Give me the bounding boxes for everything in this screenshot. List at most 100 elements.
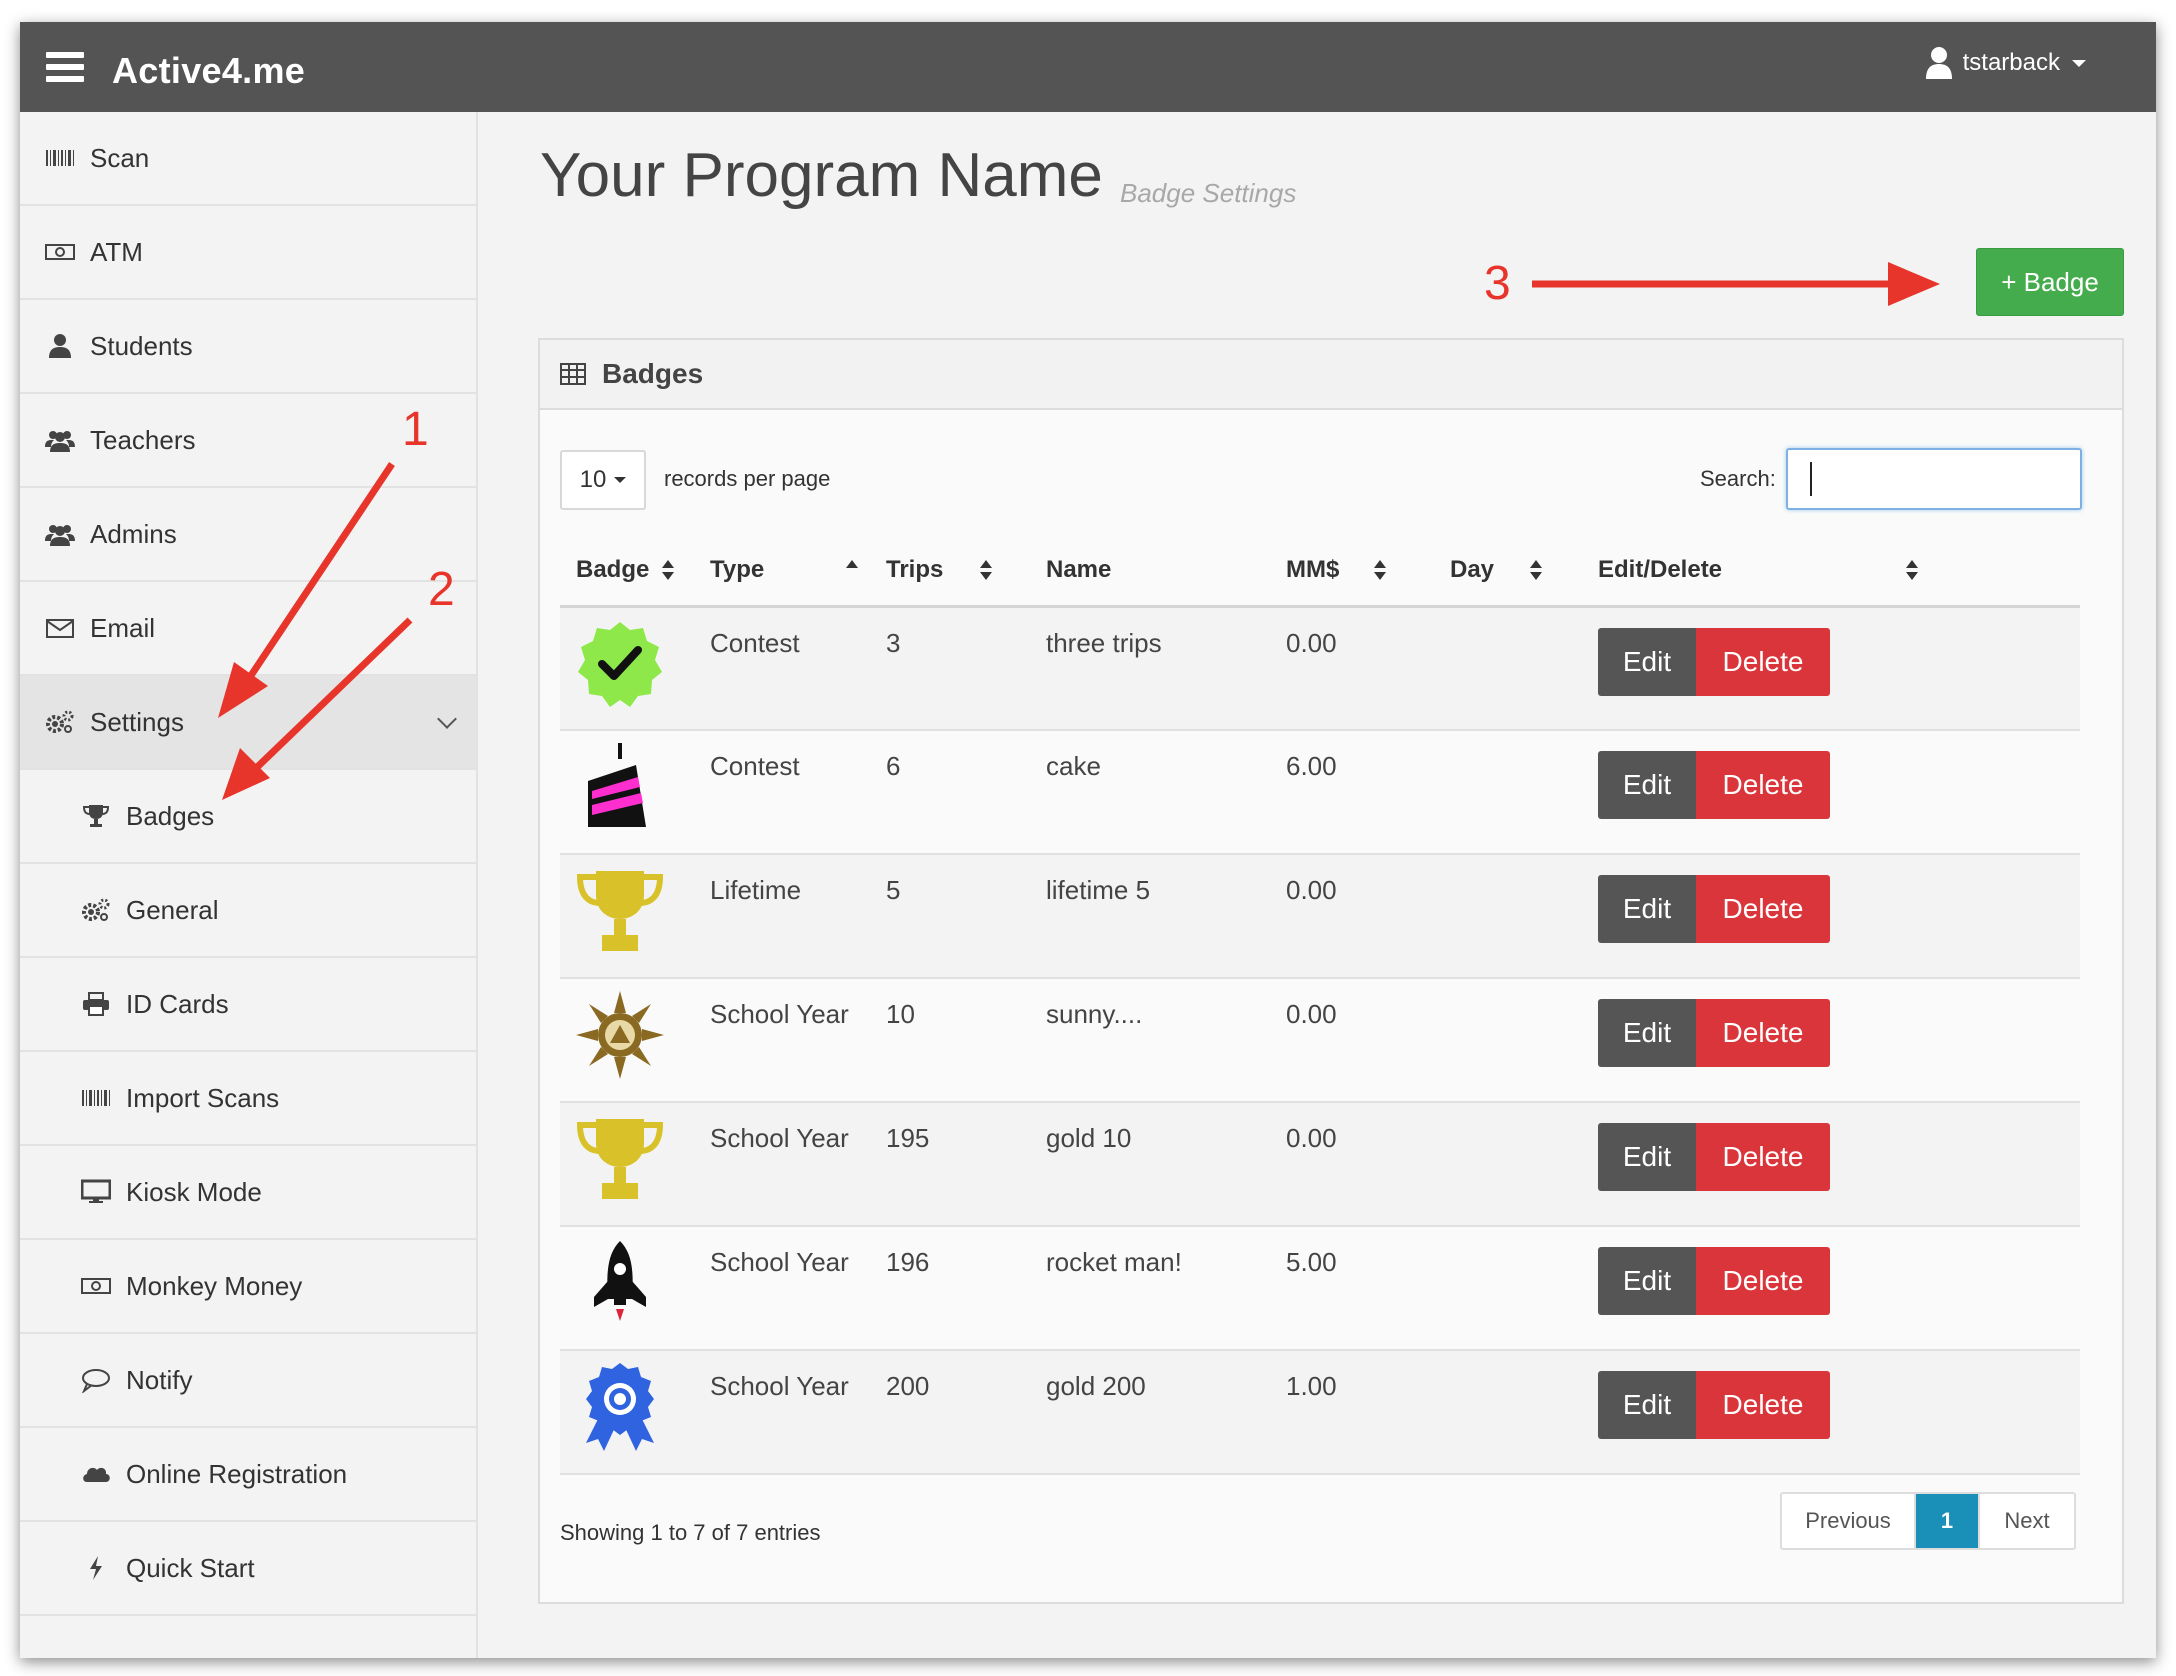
mm-cell: 0.00 [1270, 606, 1434, 731]
delete-button[interactable]: Delete [1696, 1123, 1830, 1191]
add-badge-button[interactable]: + Badge [1976, 248, 2124, 316]
annotation-number-3: 3 [1484, 257, 1511, 310]
column-header-mm[interactable]: MM$ [1270, 536, 1434, 608]
pagination: Previous 1 Next [1780, 1492, 2076, 1550]
sidebar-item-settings[interactable]: Settings [20, 676, 476, 770]
table-row: Contest 3 three trips 0.00 Edit Delete [560, 606, 2080, 731]
brand-title[interactable]: Active4.me [112, 50, 305, 92]
sidebar-item-atm[interactable]: ATM [20, 206, 476, 300]
table-icon [560, 363, 586, 385]
name-cell: sunny.... [1030, 978, 1270, 1103]
sort-icon [1374, 560, 1386, 580]
trophy-icon [80, 802, 112, 830]
type-cell: School Year [694, 1102, 870, 1227]
app-window: Active4.me tstarback Scan ATM Students T… [20, 22, 2156, 1658]
type-cell: Contest [694, 730, 870, 855]
delete-button[interactable]: Delete [1696, 627, 1830, 696]
sidebar-item-scan[interactable]: Scan [20, 112, 476, 206]
delete-button[interactable]: Delete [1696, 875, 1830, 943]
sidebar-item-id-cards[interactable]: ID Cards [20, 958, 476, 1052]
sidebar-item-quick-start[interactable]: Quick Start [20, 1522, 476, 1616]
column-header-type[interactable]: Type [694, 536, 870, 608]
next-page-button[interactable]: Next [1978, 1494, 2074, 1548]
sort-asc-icon [846, 560, 858, 580]
badge-cell [560, 1102, 694, 1227]
mm-cell: 6.00 [1270, 730, 1434, 855]
trips-cell: 195 [870, 1102, 1030, 1227]
sidebar-item-label: ATM [90, 236, 143, 267]
records-per-page-select[interactable]: 10 [560, 450, 646, 510]
barcode-icon [44, 144, 76, 172]
edit-button[interactable]: Edit [1598, 1371, 1696, 1439]
previous-page-button[interactable]: Previous [1782, 1494, 1916, 1548]
sidebar-item-import-scans[interactable]: Import Scans [20, 1052, 476, 1146]
badges-panel: Badges 10 records per page Search: Badge… [538, 338, 2124, 1604]
edit-button[interactable]: Edit [1598, 627, 1696, 696]
actions-cell: Edit Delete [1582, 854, 2080, 979]
monitor-icon [80, 1178, 112, 1206]
sort-icon [1530, 560, 1542, 580]
cloud-icon [80, 1460, 112, 1488]
edit-button[interactable]: Edit [1598, 875, 1696, 943]
sidebar-item-kiosk-mode[interactable]: Kiosk Mode [20, 1146, 476, 1240]
sidebar-item-label: Email [90, 612, 156, 643]
type-cell: School Year [694, 978, 870, 1103]
table-row: School Year 195 gold 10 0.00 Edit Delete [560, 1102, 2080, 1227]
sidebar-item-admins[interactable]: Admins [20, 488, 476, 582]
name-cell: cake [1030, 730, 1270, 855]
bolt-icon [80, 1554, 112, 1582]
records-per-page-label: records per page [664, 466, 831, 491]
user-menu[interactable]: tstarback [1925, 46, 2086, 80]
sidebar-item-badges[interactable]: Badges [20, 770, 476, 864]
delete-button[interactable]: Delete [1696, 751, 1830, 819]
sidebar-item-students[interactable]: Students [20, 300, 476, 394]
search-input[interactable] [1786, 448, 2082, 510]
delete-button[interactable]: Delete [1696, 999, 1830, 1067]
edit-button[interactable]: Edit [1598, 999, 1696, 1067]
top-navbar: Active4.me tstarback [20, 22, 2156, 112]
page-subtitle: Badge Settings [1120, 178, 1297, 208]
delete-button[interactable]: Delete [1696, 1371, 1830, 1439]
column-header-badge[interactable]: Badge [560, 536, 694, 608]
sidebar-item-general[interactable]: General [20, 864, 476, 958]
sidebar-item-online-registration[interactable]: Online Registration [20, 1428, 476, 1522]
trips-cell: 10 [870, 978, 1030, 1103]
main-content: Your Program Name Badge Settings + Badge… [480, 112, 2156, 1658]
actions-cell: Edit Delete [1582, 730, 2080, 855]
badge-cell [560, 730, 694, 855]
delete-button[interactable]: Delete [1696, 1247, 1830, 1315]
hamburger-menu-icon[interactable] [46, 52, 84, 82]
sidebar-item-label: Notify [126, 1364, 193, 1395]
column-header-edit-delete[interactable]: Edit/Delete [1582, 536, 2080, 608]
column-header-name[interactable]: Name [1030, 536, 1270, 608]
table-row: Lifetime 5 lifetime 5 0.00 Edit Delete [560, 854, 2080, 979]
day-cell [1434, 606, 1582, 731]
users-icon [44, 520, 76, 548]
table-info: Showing 1 to 7 of 7 entries [560, 1520, 821, 1545]
badge-cell [560, 854, 694, 979]
actions-cell: Edit Delete [1582, 1350, 2080, 1475]
envelope-icon [44, 614, 76, 642]
mm-cell: 0.00 [1270, 1102, 1434, 1227]
sidebar-item-label: Teachers [90, 424, 196, 455]
column-header-day[interactable]: Day [1434, 536, 1582, 608]
day-cell [1434, 978, 1582, 1103]
page-1-button[interactable]: 1 [1916, 1494, 1978, 1548]
sidebar-item-label: ID Cards [126, 988, 229, 1019]
sidebar-item-label: Kiosk Mode [126, 1176, 262, 1207]
users-icon [44, 426, 76, 454]
column-header-trips[interactable]: Trips [870, 536, 1030, 608]
edit-button[interactable]: Edit [1598, 1247, 1696, 1315]
edit-button[interactable]: Edit [1598, 1123, 1696, 1191]
edit-button[interactable]: Edit [1598, 751, 1696, 819]
badge-cell [560, 606, 694, 731]
money-icon [80, 1272, 112, 1300]
type-cell: Contest [694, 606, 870, 731]
sidebar-item-email[interactable]: Email [20, 582, 476, 676]
sidebar: Scan ATM Students Teachers Admins Email … [20, 112, 478, 1658]
day-cell [1434, 1102, 1582, 1227]
table-row: Contest 6 cake 6.00 Edit Delete [560, 730, 2080, 855]
sidebar-item-notify[interactable]: Notify [20, 1334, 476, 1428]
caret-down-icon [2072, 59, 2086, 67]
sidebar-item-monkey-money[interactable]: Monkey Money [20, 1240, 476, 1334]
